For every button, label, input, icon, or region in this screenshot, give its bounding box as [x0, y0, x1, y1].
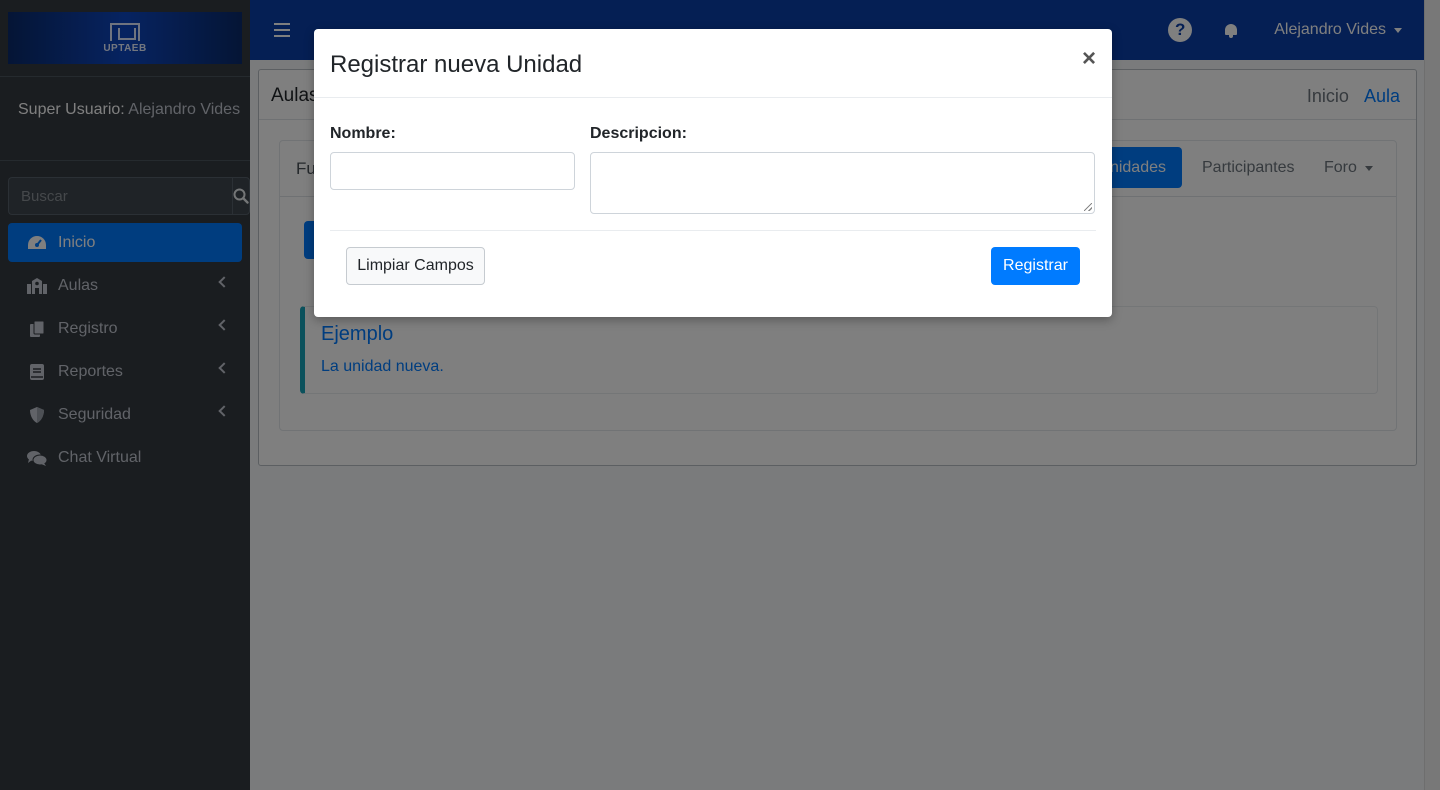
- modal-title: Registrar nueva Unidad: [330, 51, 583, 78]
- modal-divider: [330, 230, 1096, 231]
- nombre-label: Nombre:: [330, 125, 396, 142]
- register-unit-modal: Registrar nueva Unidad × Nombre: Descrip…: [314, 29, 1112, 317]
- resize-handle-icon[interactable]: [1084, 203, 1092, 211]
- register-button[interactable]: Registrar: [991, 247, 1080, 285]
- nombre-field[interactable]: [330, 152, 575, 190]
- clear-fields-button[interactable]: Limpiar Campos: [346, 247, 485, 285]
- close-icon[interactable]: ×: [1082, 47, 1096, 71]
- modal-header: Registrar nueva Unidad ×: [314, 29, 1112, 98]
- descripcion-textarea[interactable]: [590, 152, 1095, 214]
- descripcion-label: Descripcion:: [590, 125, 687, 142]
